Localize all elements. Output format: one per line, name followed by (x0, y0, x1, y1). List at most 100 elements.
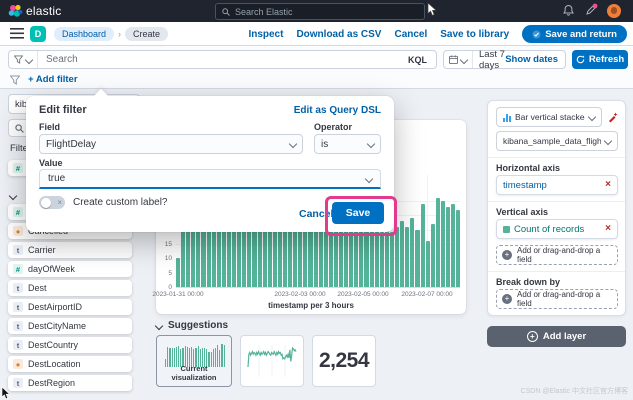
chart-type-select[interactable]: Bar vertical stacked (496, 107, 602, 127)
y-tick-label: 5 (168, 269, 172, 277)
time-range-value[interactable]: Last 7 days (473, 49, 505, 71)
filter-dropdown-prefix[interactable] (9, 51, 38, 68)
field-item-destcountry[interactable]: t DestCountry (8, 337, 132, 353)
newsfeed-pencil-icon[interactable] (584, 3, 598, 17)
filter-icon (10, 75, 20, 85)
bar (395, 226, 400, 287)
suggestion-current-visualization[interactable]: Current visualization (156, 335, 232, 387)
x-axis-line (176, 287, 460, 288)
chevron-down-icon (364, 174, 374, 183)
breadcrumb: Dashboard › Create (54, 27, 169, 41)
field-label: DestRegion (28, 378, 76, 388)
value-combobox[interactable]: true (39, 169, 381, 189)
vertical-axis-label: Vertical axis (496, 207, 549, 217)
field-select[interactable]: FlightDelay (39, 134, 303, 154)
horizontal-axis-dimension[interactable]: timestamp × (496, 175, 618, 195)
horizontal-axis-field[interactable]: timestamp (503, 180, 547, 191)
x-tick-label: 2023-02-05 00:00 (337, 291, 389, 298)
chart-type-value: Bar vertical stacked (515, 112, 585, 122)
bar (176, 258, 181, 287)
geo_point-field-icon: ● (13, 359, 23, 369)
add-field-button-break-down[interactable]: + Add or drag-and-drop a field (496, 289, 618, 309)
chevron-down-icon (154, 321, 164, 330)
field-label: dayOfWeek (28, 264, 75, 274)
add-filter-link[interactable]: + Add filter (28, 74, 78, 85)
nav-action-save-to-library[interactable]: Save to library (440, 29, 509, 40)
custom-label-text: Create custom label? (73, 197, 168, 208)
vertical-axis-dimension[interactable]: Count of records × (496, 219, 618, 239)
custom-label-switch[interactable]: × (39, 196, 65, 209)
field-label: DestCountry (28, 340, 79, 350)
value-combobox-value: true (48, 173, 66, 184)
bar (430, 223, 435, 287)
suggestion-metric[interactable]: 2,254 (312, 335, 376, 387)
string-field-icon: t (13, 340, 23, 350)
chevron-down-icon (8, 191, 18, 201)
plus-circle-icon: + (502, 250, 512, 260)
notifications-bell-icon[interactable] (562, 4, 575, 17)
chevron-down-icon (366, 139, 376, 149)
number-field-icon: # (13, 264, 23, 274)
mouse-cursor-bottom-left (1, 386, 11, 400)
bar (379, 232, 384, 287)
number-field-icon: # (13, 163, 23, 173)
refresh-label: Refresh (588, 54, 625, 65)
chevron-down-icon (603, 136, 613, 146)
bar (410, 218, 415, 287)
string-field-icon: t (13, 321, 23, 331)
save-and-return-button[interactable]: Save and return (522, 25, 627, 43)
dialog-save-button[interactable]: Save (332, 202, 384, 224)
suggestions-section-toggle[interactable]: Suggestions (154, 320, 228, 331)
kql-label[interactable]: KQL (399, 55, 436, 65)
field-item-destcityname[interactable]: t DestCityName (8, 318, 132, 334)
add-field-button-vertical-axis[interactable]: + Add or drag-and-drop a field (496, 245, 618, 265)
field-item-destregion[interactable]: t DestRegion (8, 375, 132, 391)
field-select-value: FlightDelay (46, 138, 97, 150)
string-field-icon: t (13, 378, 23, 388)
menu-hamburger-icon[interactable] (10, 28, 24, 39)
nav-action-download-as-csv[interactable]: Download as CSV (296, 29, 381, 40)
nav-action-cancel[interactable]: Cancel (394, 29, 427, 40)
mouse-cursor-top (427, 2, 437, 16)
chevron-down-icon (24, 55, 34, 64)
dialog-cancel-link[interactable]: Cancel (299, 208, 333, 220)
user-avatar[interactable] (607, 4, 621, 18)
nav-actions: Inspect Download as CSV Cancel Save to libr… (248, 24, 627, 44)
bar (456, 209, 461, 287)
calendar-prefix[interactable] (444, 51, 473, 68)
bar (389, 232, 395, 287)
remove-dimension-icon[interactable]: × (605, 180, 611, 190)
date-picker[interactable]: Last 7 days Show dates (443, 49, 566, 71)
nav-action-inspect[interactable]: Inspect (248, 29, 283, 40)
breadcrumb-separator-icon: › (118, 29, 122, 39)
add-layer-button[interactable]: + Add layer (487, 326, 626, 347)
field-item-carrier[interactable]: t Carrier (8, 242, 132, 258)
current-visualization-label: Current visualization (171, 364, 217, 382)
edit-as-query-dsl-link[interactable]: Edit as Query DSL (294, 105, 381, 116)
x-tick-label: 2023-02-03 00:00 (274, 291, 326, 298)
suggestion-magic-icon[interactable] (607, 111, 619, 123)
panel-data-view-select[interactable]: kibana_sample_data_flights (496, 131, 618, 151)
y-tick-label: 10 (164, 255, 172, 263)
refresh-button[interactable]: Refresh (572, 50, 628, 69)
y-tick-label: 15 (164, 240, 172, 248)
field-item-dayofweek[interactable]: # dayOfWeek (8, 261, 132, 277)
remove-dimension-icon[interactable]: × (605, 224, 611, 234)
dashboard-app-badge[interactable]: D (30, 26, 46, 42)
field-item-destairportid[interactable]: t DestAirportID (8, 299, 132, 315)
show-dates-link[interactable]: Show dates (505, 54, 565, 65)
breadcrumb-dashboard[interactable]: Dashboard (54, 27, 115, 41)
plus-circle-icon: + (502, 294, 512, 304)
operator-select[interactable]: is (314, 134, 381, 154)
suggestion-line-chart[interactable] (240, 335, 304, 387)
x-tick-label: 2023-02-07 00:00 (401, 291, 453, 298)
field-label: DestLocation (28, 359, 81, 369)
global-search-input[interactable]: Search Elastic (215, 3, 425, 20)
kql-search-input[interactable]: Search KQL (8, 50, 437, 69)
watermark-text: CSDN @Elastic 中文社区官方博客 (520, 388, 628, 395)
field-item-destlocation[interactable]: ● DestLocation (8, 356, 132, 372)
available-fields-section-toggle[interactable] (8, 186, 18, 204)
vertical-axis-field[interactable]: Count of records (514, 224, 584, 235)
field-item-dest[interactable]: t Dest (8, 280, 132, 296)
top-header: elastic Search Elastic (0, 0, 633, 22)
